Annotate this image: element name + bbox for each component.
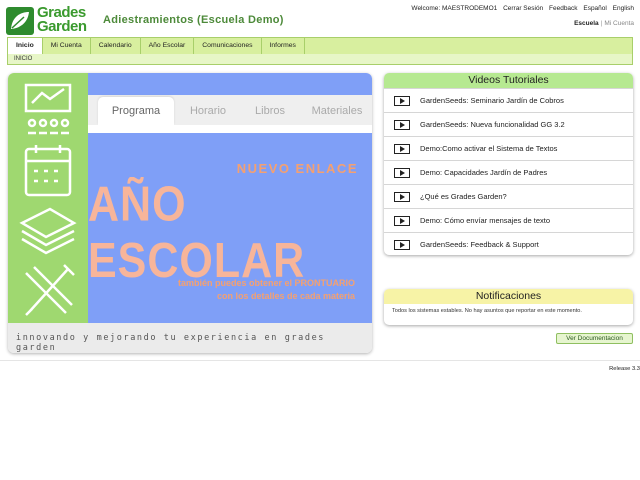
feedback-link[interactable]: Feedback bbox=[549, 5, 578, 12]
spanish-link[interactable]: Español bbox=[583, 5, 607, 12]
banner-tab-underline bbox=[88, 125, 372, 133]
notifications-panel: Notificaciones Todos los sistemas establ… bbox=[384, 289, 633, 325]
nav-tab-mi-cuenta[interactable]: Mi Cuenta bbox=[43, 38, 91, 54]
grades-garden-logo[interactable]: Grades Garden bbox=[6, 5, 94, 37]
video-play-icon bbox=[394, 144, 410, 154]
main-nav: Inicio Mi Cuenta Calendario Año Escolar … bbox=[7, 37, 633, 54]
nav-tab-ano-escolar[interactable]: Año Escolar bbox=[141, 38, 195, 54]
books-stack-icon bbox=[19, 207, 77, 255]
video-item[interactable]: GardenSeeds: Seminario Jardín de Cobros bbox=[384, 88, 633, 112]
video-play-icon bbox=[394, 192, 410, 202]
logo-line-2: Garden bbox=[37, 18, 87, 35]
english-link[interactable]: English bbox=[613, 5, 634, 12]
logo-text: Grades Garden bbox=[37, 5, 87, 35]
videos-panel-title: Videos Tutoriales bbox=[384, 73, 633, 88]
video-play-icon bbox=[394, 240, 410, 250]
banner-headline-small: NUEVO ENLACE bbox=[236, 161, 358, 176]
nav-tab-informes[interactable]: Informes bbox=[262, 38, 305, 54]
video-item-label: GardenSeeds: Seminario Jardín de Cobros bbox=[420, 96, 564, 105]
app-title: Adiestramientos (Escuela Demo) bbox=[103, 14, 284, 26]
video-item[interactable]: Demo:Como activar el Sistema de Textos bbox=[384, 136, 633, 160]
banner-tabs: Programa Horario Libros Materiales bbox=[88, 95, 372, 125]
banner-promo-line-2: con los detalles de cada materia bbox=[216, 291, 355, 301]
video-item[interactable]: ¿Qué es Grades Garden? bbox=[384, 184, 633, 208]
top-links: Welcome: MAESTRODEMO1 Cerrar Sesión Feed… bbox=[407, 5, 634, 12]
video-play-icon bbox=[394, 216, 410, 226]
banner-footer-text: innovando y mejorando tu experiencia en … bbox=[16, 333, 326, 353]
release-version: Release 3.3 bbox=[609, 366, 640, 372]
video-item[interactable]: Demo: Cómo envíar mensajes de texto bbox=[384, 208, 633, 232]
notifications-title: Notificaciones bbox=[384, 289, 633, 304]
welcome-text: Welcome: MAESTRODEMO1 bbox=[411, 5, 498, 12]
school-switch: Escuela | Mi Cuenta bbox=[574, 20, 634, 27]
video-item-label: GardenSeeds: Feedback & Support bbox=[420, 240, 539, 249]
logout-link[interactable]: Cerrar Sesión bbox=[503, 5, 543, 12]
view-documentation-button[interactable]: Ver Documentacion bbox=[556, 333, 633, 344]
banner-tab-libros: Libros bbox=[255, 105, 285, 117]
notifications-text: Todos los sistemas estables. No hay asun… bbox=[392, 308, 582, 314]
mi-cuenta-link[interactable]: Mi Cuenta bbox=[604, 20, 634, 27]
nav-tab-inicio[interactable]: Inicio bbox=[8, 38, 43, 54]
video-item[interactable]: GardenSeeds: Feedback & Support bbox=[384, 232, 633, 256]
promo-banner[interactable]: Programa Horario Libros Materiales NUEVO… bbox=[8, 73, 372, 353]
videos-panel: Videos Tutoriales GardenSeeds: Seminario… bbox=[384, 73, 633, 255]
banner-icon-column bbox=[8, 73, 88, 323]
switch-separator: | bbox=[600, 20, 603, 27]
leaf-logo-icon bbox=[6, 7, 34, 35]
video-item-label: Demo: Capacidades Jardín de Padres bbox=[420, 168, 548, 177]
teacher-board-icon bbox=[24, 83, 72, 135]
video-item-label: ¿Qué es Grades Garden? bbox=[420, 192, 507, 201]
video-item-label: Demo:Como activar el Sistema de Textos bbox=[420, 144, 558, 153]
pencil-ruler-icon bbox=[25, 264, 75, 316]
nav-tab-calendario[interactable]: Calendario bbox=[91, 38, 141, 54]
video-play-icon bbox=[394, 120, 410, 130]
video-item-label: Demo: Cómo envíar mensajes de texto bbox=[420, 216, 551, 225]
banner-tab-materiales: Materiales bbox=[311, 105, 363, 117]
video-item[interactable]: Demo: Capacidades Jardín de Padres bbox=[384, 160, 633, 184]
escuela-link[interactable]: Escuela bbox=[574, 20, 599, 27]
video-play-icon bbox=[394, 96, 410, 106]
breadcrumb: INICIO bbox=[7, 54, 633, 65]
banner-main-area: Programa Horario Libros Materiales NUEVO… bbox=[88, 73, 372, 323]
banner-footer: innovando y mejorando tu experiencia en … bbox=[8, 323, 372, 353]
footer-divider bbox=[0, 360, 640, 361]
nav-tab-comunicaciones[interactable]: Comunicaciones bbox=[194, 38, 262, 54]
banner-headline-large: AÑO ESCOLAR bbox=[88, 177, 306, 289]
calendar-icon bbox=[24, 145, 72, 197]
video-play-icon bbox=[394, 168, 410, 178]
banner-promo-line-1: también puedes obtener el PRONTUARIO bbox=[177, 278, 355, 288]
video-item-label: GardenSeeds: Nueva funcionalidad GG 3.2 bbox=[420, 120, 565, 129]
video-item[interactable]: GardenSeeds: Nueva funcionalidad GG 3.2 bbox=[384, 112, 633, 136]
banner-tab-horario: Horario bbox=[189, 105, 227, 117]
banner-tab-programa: Programa bbox=[98, 97, 174, 125]
